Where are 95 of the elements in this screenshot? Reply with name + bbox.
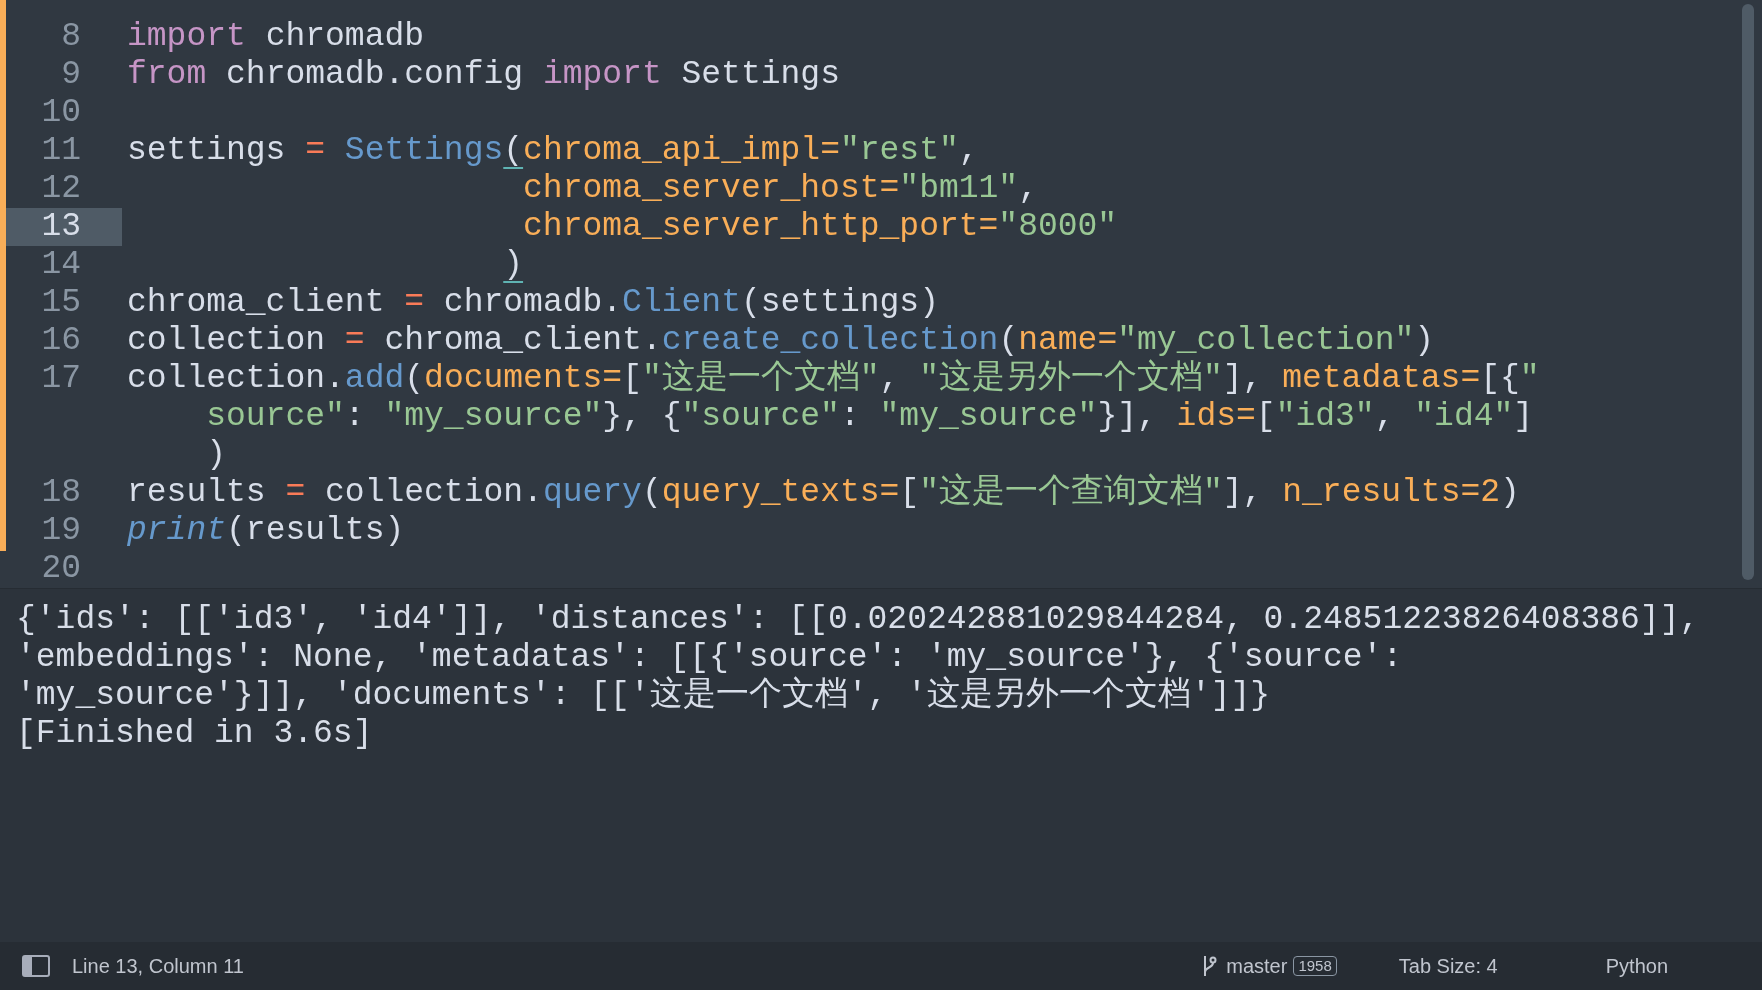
matched-bracket: ) [503,246,524,284]
code-function: query [542,474,642,512]
code-parameter: metadatas= [1282,360,1481,398]
code-function: Settings [344,132,504,170]
code-parameter: query_texts= [661,474,900,512]
code-text: collection. [324,474,543,512]
code-text: ( [404,360,425,398]
code-text: , [1374,398,1396,436]
code-text: , [879,360,901,398]
code-operator: = [404,284,425,322]
output-line: 'embeddings': None, 'metadatas': [[{'source': 'my_source'}, {'source': [16,639,1403,676]
code-text: chroma_client [127,284,386,322]
code-operator: = [285,474,306,512]
line-number: 11 [40,132,82,170]
line-number: 15 [40,284,82,322]
syntax-mode[interactable]: Python [1605,951,1668,981]
code-text: results [127,474,267,512]
tab-size[interactable]: Tab Size: 4 [1398,951,1498,981]
code-keyword: from [127,56,207,94]
code-string: "这是一个查询文档" [919,474,1223,512]
line-number: 18 [40,474,82,512]
code-operator: = [344,322,365,360]
line-number: 17 [40,360,82,398]
code-text: ( [998,322,1019,360]
code-text: ) [1414,322,1435,360]
code-text: }], [1097,398,1158,436]
code-builtin: print [127,512,227,550]
code-text: ], [1222,474,1264,512]
line-number: 8 [60,18,82,56]
code-string: "这是另外一个文档" [919,360,1223,398]
line-number: 13 [6,208,122,246]
code-text: settings [127,132,287,170]
code-text: chromadb.config [225,56,525,94]
code-text: [ [1255,398,1276,436]
commit-count-badge: 1958 [1293,956,1337,976]
code-string: "my_source" [879,398,1098,436]
code-string: "8000" [998,208,1118,246]
code-text: collection. [127,360,345,398]
code-text: ) [206,436,226,474]
code-parameter: n_results=2 [1282,474,1501,512]
code-string: " [1519,360,1540,398]
code-parameter: chroma_server_host= [523,170,900,208]
code-function: Client [622,284,741,322]
code-text: collection [127,322,327,360]
code-text: : [344,398,366,436]
matched-bracket: ( [503,132,524,170]
code-text: [ [899,474,920,512]
code-parameter: ids= [1176,398,1256,436]
code-text: (results) [226,512,405,550]
code-string: "bm11" [899,170,1019,208]
cursor-position[interactable]: Line 13, Column 11 [72,951,244,981]
code-string: "这是一个文档" [641,360,880,398]
code-text: ( [641,474,662,512]
code-text: ], [1222,360,1264,398]
output-line: [Finished in 3.6s] [16,715,373,753]
code-text: , [958,132,979,170]
code-string: "source" [681,398,840,436]
output-line: 'my_source'}]], 'documents': [['这是一个文档', '这是另外一个文档']]} [16,677,1271,715]
code-text: chroma_client. [383,322,662,360]
code-text: ) [1500,474,1520,512]
line-number: 12 [40,170,82,208]
line-number: 10 [40,94,82,132]
code-parameter: name= [1018,322,1118,360]
panel-toggle-icon[interactable] [22,955,50,977]
line-number: 20 [40,550,82,588]
code-keyword: import [542,56,662,94]
code-parameter: chroma_server_http_port= [523,208,999,246]
code-string: "my_collection" [1117,322,1415,359]
line-number: 9 [60,56,82,94]
code-string: "id3" [1275,398,1375,436]
git-branch[interactable]: master [1226,951,1288,981]
code-string: source" [206,398,345,436]
code-text: Settings [680,56,840,94]
line-number: 16 [40,322,82,360]
code-text: (settings) [740,284,939,322]
code-function: add [344,360,405,398]
code-parameter: chroma_api_impl= [523,132,840,170]
code-text: : [839,398,861,436]
code-text: chromadb. [442,284,623,322]
code-text: [ [622,360,642,398]
code-keyword: import [127,18,246,56]
code-function: create_collection [661,322,999,359]
code-text: }, { [602,398,682,436]
code-text: ] [1513,398,1534,436]
code-string: "my_source" [384,398,603,436]
code-text: [{ [1480,360,1520,398]
line-number: 14 [40,246,82,284]
line-number: 19 [40,512,82,550]
code-operator: = [305,132,327,170]
output-line: {'ids': [['id3', 'id4']], 'distances': [[0.020242881029844284, 0.24851223826408386]], [16,601,1700,639]
code-text: , [1018,170,1038,208]
code-text: chromadb [264,18,425,56]
code-parameter: documents= [424,360,623,398]
code-string: "id4" [1414,398,1514,436]
code-string: "rest" [839,132,959,170]
